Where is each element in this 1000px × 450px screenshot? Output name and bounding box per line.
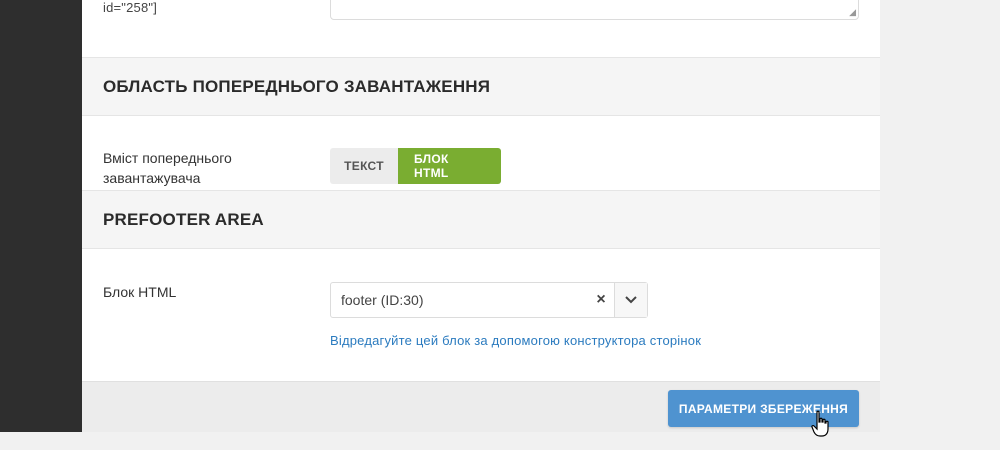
admin-sidebar-strip bbox=[0, 0, 82, 432]
chevron-down-icon[interactable] bbox=[614, 283, 647, 317]
page-bottom-background bbox=[0, 432, 1000, 450]
html-block-label: Блок HTML bbox=[103, 284, 177, 300]
toggle-html-block-option[interactable]: БЛОК HTML bbox=[398, 148, 501, 184]
hand-pointer-icon bbox=[811, 410, 829, 437]
settings-footer-bar: ПАРАМЕТРИ ЗБЕРЕЖЕННЯ bbox=[82, 381, 880, 432]
page-background bbox=[880, 0, 1000, 432]
shortcode-fragment: id="258"] bbox=[103, 0, 158, 15]
prefooter-section-title: PREFOOTER AREA bbox=[82, 190, 880, 249]
shortcode-textarea[interactable]: ◢ bbox=[330, 0, 859, 20]
preloader-section-title: ОБЛАСТЬ ПОПЕРЕДНЬОГО ЗАВАНТАЖЕННЯ bbox=[82, 57, 880, 116]
edit-with-page-builder-link[interactable]: Відредагуйте цей блок за допомогою конст… bbox=[330, 333, 701, 348]
resize-grip-icon[interactable]: ◢ bbox=[846, 7, 856, 17]
settings-panel: id="258"] ◢ ОБЛАСТЬ ПОПЕРЕДНЬОГО ЗАВАНТА… bbox=[82, 0, 880, 432]
toggle-text-option[interactable]: ТЕКСТ bbox=[330, 148, 398, 184]
preloader-content-toggle: ТЕКСТ БЛОК HTML bbox=[330, 148, 501, 184]
html-block-select[interactable]: footer (ID:30) × bbox=[330, 282, 648, 318]
html-block-select-value: footer (ID:30) bbox=[341, 292, 424, 308]
close-icon[interactable]: × bbox=[588, 291, 614, 309]
preloader-content-label: Вміст попереднього завантажувача bbox=[103, 150, 232, 186]
